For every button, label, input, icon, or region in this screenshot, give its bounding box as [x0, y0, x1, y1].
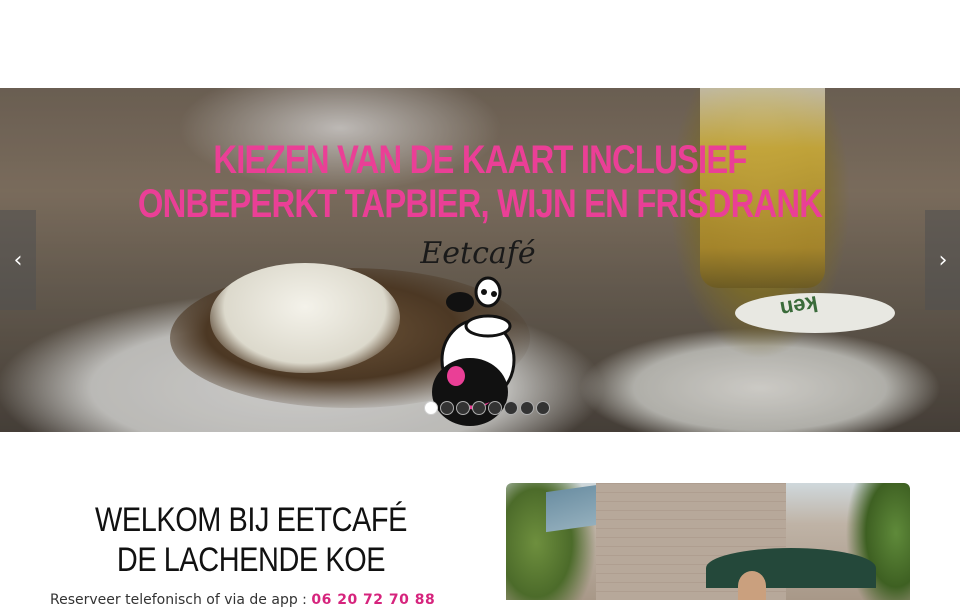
- header-bar: [0, 0, 960, 88]
- slider-dot-6[interactable]: [504, 401, 518, 415]
- slider-dot-4[interactable]: [472, 401, 486, 415]
- welcome-title: WELKOM BIJ EETCAFÉ DE LACHENDE KOE: [95, 501, 407, 579]
- hero-slider[interactable]: ken KIEZEN VAN DE KAART INCLUSIEF ONBEPE…: [0, 88, 960, 432]
- slider-dot-5[interactable]: [488, 401, 502, 415]
- slider-dot-8[interactable]: [536, 401, 550, 415]
- reserve-line: Reserveer telefonisch of via de app : 06…: [50, 592, 452, 608]
- slider-dot-2[interactable]: [440, 401, 454, 415]
- umbrella-shape: [706, 548, 876, 588]
- slider-dot-3[interactable]: [456, 401, 470, 415]
- slider-dot-1[interactable]: [424, 401, 438, 415]
- welcome-section: WELKOM BIJ EETCAFÉ DE LACHENDE KOE Reser…: [50, 500, 452, 608]
- logo-text: Eetcafé: [420, 236, 536, 271]
- person-shape: [738, 571, 766, 600]
- reserve-text: Reserveer telefonisch of via de app :: [50, 592, 312, 608]
- slider-dot-7[interactable]: [520, 401, 534, 415]
- hero-heading: KIEZEN VAN DE KAART INCLUSIEF ONBEPERKT …: [137, 138, 823, 226]
- phone-link[interactable]: 06 20 72 70 88: [311, 592, 435, 608]
- slider-dots: [424, 401, 550, 415]
- slider-next-button[interactable]: ›: [925, 210, 960, 310]
- sauce-image: [210, 263, 400, 373]
- slider-prev-button[interactable]: ‹: [0, 210, 36, 310]
- restaurant-terrace-photo: [506, 483, 910, 600]
